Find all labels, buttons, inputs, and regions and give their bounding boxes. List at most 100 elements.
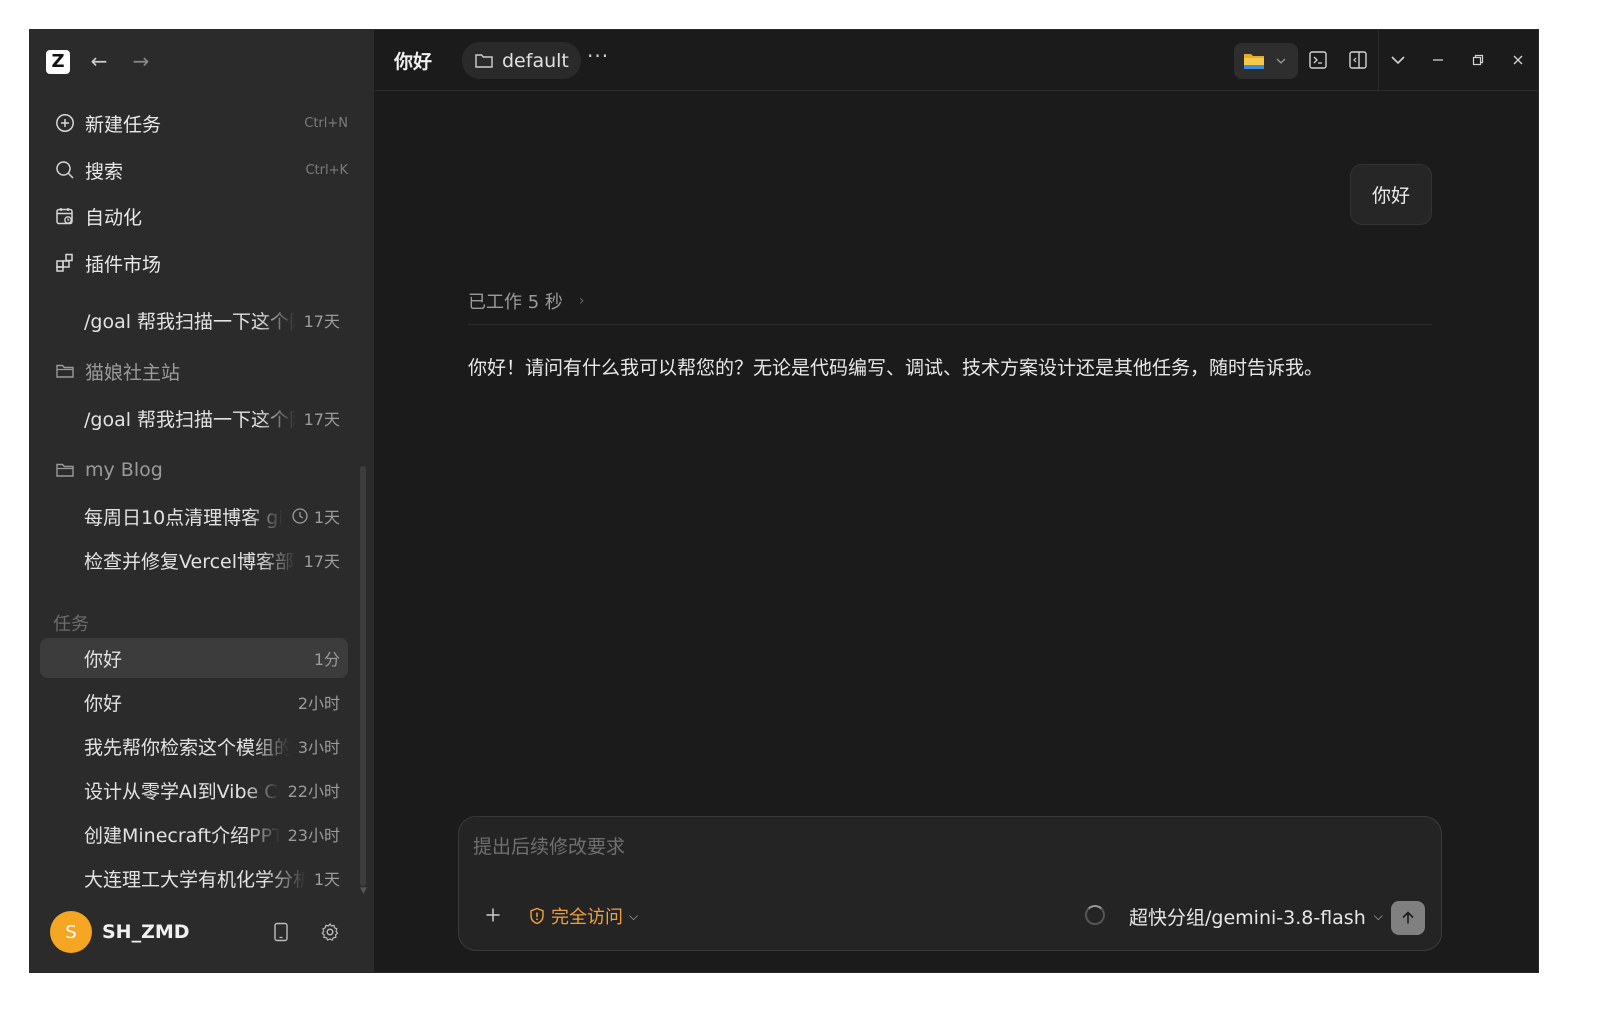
task-time: 17天 xyxy=(303,552,340,571)
phone-icon[interactable] xyxy=(269,920,293,944)
shield-icon xyxy=(529,907,545,925)
gear-icon[interactable] xyxy=(318,920,342,944)
project-item[interactable]: 猫娘社主站 xyxy=(42,353,360,389)
task-title: 检查并修复Vercel博客部署 xyxy=(84,550,296,573)
assistant-message: 你好！请问有什么我可以帮您的？无论是代码编写、调试、技术方案设计还是其他任务，随… xyxy=(468,357,1324,379)
task-title: 大连理工大学有机化学分析 xyxy=(84,868,306,891)
new-task-button[interactable]: 新建任务 Ctrl+N xyxy=(42,103,360,143)
plus-circle-icon xyxy=(54,112,76,134)
plugin-grid-icon xyxy=(54,252,76,274)
composer: 完全访问 ⌵ 超快分组/gemini-3.8-flash ⌵ xyxy=(458,816,1442,951)
access-mode-dropdown[interactable]: 完全访问 ⌵ xyxy=(529,903,638,929)
folder-icon xyxy=(54,459,76,481)
task-item[interactable]: 你好 2小时 xyxy=(40,682,348,722)
task-item[interactable]: /goal 帮我扫描一下这个网 17天 xyxy=(40,398,348,438)
task-time: 3小时 xyxy=(297,738,340,757)
project-name: 猫娘社主站 xyxy=(85,361,181,384)
task-item[interactable]: /goal 帮我扫描一下这个网 17天 xyxy=(40,300,348,340)
user-message-bubble: 你好 xyxy=(1349,164,1432,225)
task-title: /goal 帮我扫描一下这个网 xyxy=(84,408,296,431)
task-time: 23小时 xyxy=(287,826,340,845)
task-item-active[interactable]: 你好 1分 xyxy=(40,638,348,678)
folder-icon xyxy=(474,52,494,70)
restore-icon[interactable] xyxy=(1462,44,1494,76)
task-item[interactable]: 我先帮你检索这个模组的 3小时 xyxy=(40,726,348,766)
work-status-toggle[interactable]: 已工作 5 秒 › xyxy=(468,288,585,314)
more-options-button[interactable]: ··· xyxy=(587,44,609,68)
minimize-icon[interactable] xyxy=(1422,44,1454,76)
project-name: my Blog xyxy=(85,459,163,481)
model-selector[interactable]: 超快分组/gemini-3.8-flash ⌵ xyxy=(1129,903,1383,929)
main-panel: 你好 default ··· 你好 已工作 5 秒 › 你好！请问有什么我可以帮… xyxy=(374,30,1538,972)
toolbar-divider xyxy=(1378,30,1379,91)
open-folder-dropdown[interactable] xyxy=(1234,43,1298,79)
new-task-label: 新建任务 xyxy=(85,113,162,136)
workspace-name: default xyxy=(502,49,569,72)
arrow-up-icon xyxy=(1402,911,1414,924)
chevron-down-icon: ⌵ xyxy=(629,908,639,923)
task-time: 22小时 xyxy=(287,782,340,801)
task-title: 你好 xyxy=(84,648,123,671)
search-label: 搜索 xyxy=(85,160,124,183)
model-name: 超快分组/gemini-3.8-flash xyxy=(1129,906,1366,929)
task-item[interactable]: 设计从零学AI到Vibe Coding 22小时 xyxy=(40,770,348,810)
loading-spinner-icon xyxy=(1085,905,1105,925)
work-status-label: 已工作 5 秒 xyxy=(468,292,563,313)
chevron-down-icon xyxy=(1276,58,1286,64)
task-time: 17天 xyxy=(303,410,340,429)
plugin-market-button[interactable]: 插件市场 xyxy=(42,243,360,283)
app-window: Z ← → 新建任务 Ctrl+N 搜索 Ctrl+K 自动化 插件市场 /go… xyxy=(30,30,1538,972)
task-item[interactable]: 大连理工大学有机化学分析 1天 xyxy=(40,858,348,898)
task-title: 你好 xyxy=(84,692,123,715)
task-title: 设计从零学AI到Vibe Coding xyxy=(84,780,280,803)
chevron-down-icon: ⌵ xyxy=(1373,908,1383,923)
chevron-right-icon: › xyxy=(578,293,585,309)
task-time: 1天 xyxy=(291,504,340,528)
workspace-chip[interactable]: default xyxy=(462,42,581,79)
task-time: 17天 xyxy=(303,312,340,331)
forward-arrow-icon[interactable]: → xyxy=(128,46,154,76)
page-title: 你好 xyxy=(394,51,433,73)
sidebar: Z ← → 新建任务 Ctrl+N 搜索 Ctrl+K 自动化 插件市场 /go… xyxy=(30,30,374,972)
task-title: 每周日10点清理博客 git xyxy=(84,506,283,529)
task-title: 创建Minecraft介绍PPT xyxy=(84,824,280,847)
chevron-down-icon[interactable] xyxy=(1382,44,1414,76)
close-icon[interactable] xyxy=(1502,44,1534,76)
plugin-market-label: 插件市场 xyxy=(85,253,162,276)
terminal-icon[interactable] xyxy=(1302,44,1334,76)
file-explorer-icon xyxy=(1244,54,1264,69)
automation-label: 自动化 xyxy=(85,206,143,229)
search-icon xyxy=(54,159,76,181)
access-mode-label: 完全访问 xyxy=(551,907,623,928)
username: SH_ZMD xyxy=(102,921,190,943)
task-time-value: 1天 xyxy=(313,508,340,527)
attach-plus-button[interactable] xyxy=(481,903,505,927)
calendar-clock-icon xyxy=(54,205,76,227)
tasks-section-label: 任务 xyxy=(53,614,89,635)
task-time: 1分 xyxy=(313,650,340,669)
split-panel-icon[interactable] xyxy=(1342,44,1374,76)
task-title: /goal 帮我扫描一下这个网 xyxy=(84,310,296,333)
task-title: 我先帮你检索这个模组的 xyxy=(84,736,290,759)
clock-icon xyxy=(292,508,308,524)
search-button[interactable]: 搜索 Ctrl+K xyxy=(42,150,360,190)
task-item[interactable]: 检查并修复Vercel博客部署 17天 xyxy=(40,540,348,580)
task-item[interactable]: 创建Minecraft介绍PPT 23小时 xyxy=(40,814,348,854)
search-shortcut: Ctrl+K xyxy=(305,162,348,178)
send-button[interactable] xyxy=(1391,901,1425,935)
folder-icon xyxy=(54,360,76,382)
app-logo: Z xyxy=(46,50,70,74)
automation-button[interactable]: 自动化 xyxy=(42,196,360,236)
sidebar-scrollbar[interactable] xyxy=(360,466,366,886)
avatar: S xyxy=(50,911,92,953)
divider xyxy=(468,324,1432,325)
project-item[interactable]: my Blog xyxy=(42,452,360,488)
task-time: 1天 xyxy=(313,870,340,889)
back-arrow-icon[interactable]: ← xyxy=(86,46,112,76)
scroll-down-arrow-icon[interactable]: ▼ xyxy=(360,886,367,896)
user-profile[interactable]: S SH_ZMD xyxy=(50,910,350,954)
top-bar: 你好 default ··· xyxy=(374,30,1538,91)
follow-up-input[interactable] xyxy=(473,831,1413,863)
task-item[interactable]: 每周日10点清理博客 git 1天 xyxy=(40,496,348,536)
new-task-shortcut: Ctrl+N xyxy=(304,115,348,131)
